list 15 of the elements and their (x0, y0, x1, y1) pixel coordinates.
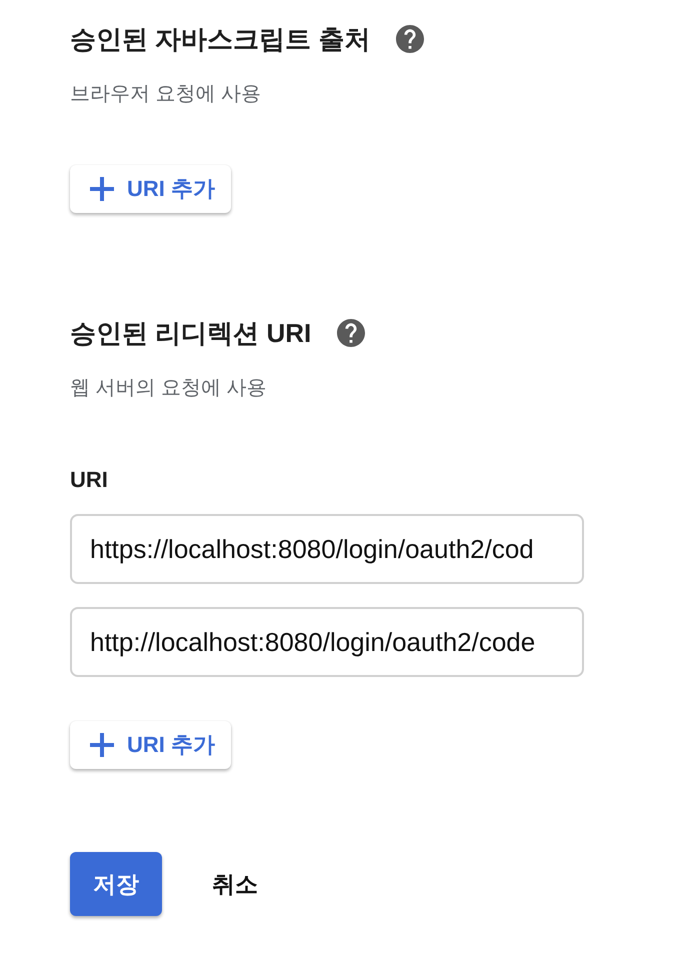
add-uri-button[interactable]: URI 추가 (70, 721, 231, 769)
section-title: 승인된 리디렉션 URI (70, 318, 312, 348)
help-icon[interactable] (337, 319, 366, 347)
cancel-button[interactable]: 취소 (194, 860, 276, 908)
section-description: 웹 서버의 요청에 사용 (70, 376, 267, 400)
field-label: URI (70, 468, 108, 492)
add-uri-button[interactable]: URI 추가 (70, 165, 231, 213)
section-title: 승인된 자바스크립트 출처 (70, 24, 370, 54)
uri-input-field[interactable]: http://localhost:8080/login/oauth2/code (70, 607, 584, 677)
plus-icon (90, 733, 114, 757)
uri-input-field[interactable]: https://localhost:8080/login/oauth2/cod (70, 514, 584, 584)
save-button[interactable]: 저장 (70, 852, 162, 916)
plus-icon (90, 177, 114, 201)
section-description: 브라우저 요청에 사용 (70, 82, 262, 106)
help-icon[interactable] (396, 25, 424, 53)
